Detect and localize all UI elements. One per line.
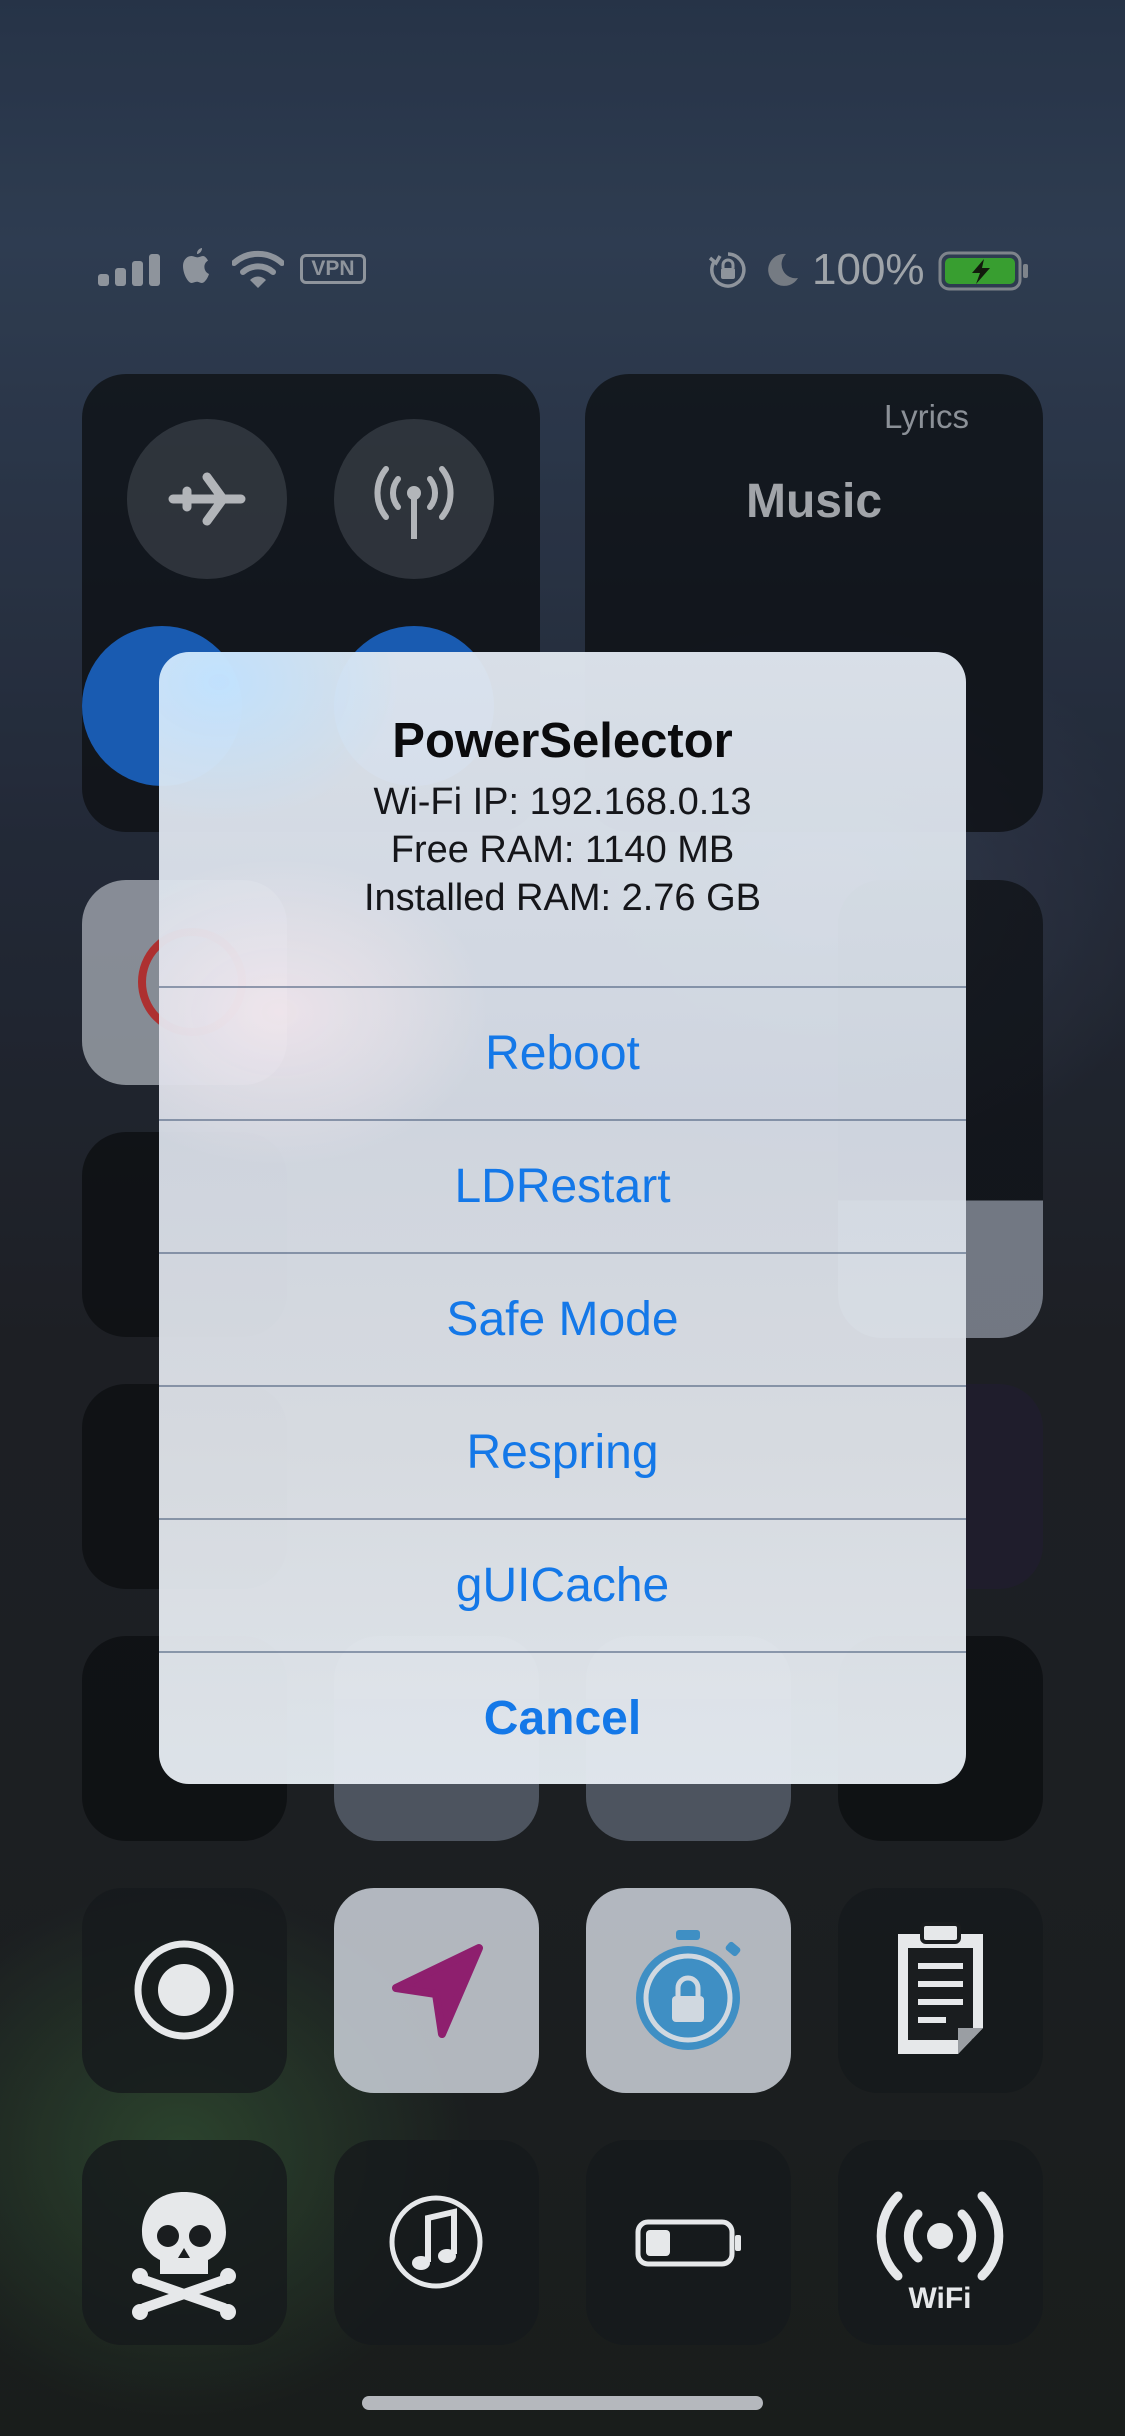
skull-tile[interactable]	[82, 2140, 287, 2345]
dialog-header: PowerSelector Wi-Fi IP: 192.168.0.13 Fre…	[159, 652, 966, 986]
wifi-tile-label: WiFi	[908, 2282, 971, 2315]
wifi-broadcast-tile[interactable]: WiFi	[838, 2140, 1043, 2345]
low-power-tile[interactable]	[586, 2140, 791, 2345]
dialog-title: PowerSelector	[392, 714, 733, 768]
dialog-message: Wi-Fi IP: 192.168.0.13 Free RAM: 1140 MB…	[159, 778, 966, 922]
power-selector-dialog: PowerSelector Wi-Fi IP: 192.168.0.13 Fre…	[159, 652, 966, 1784]
ldrestart-button[interactable]: LDRestart	[159, 1119, 966, 1252]
stopwatch-lock-tile[interactable]	[586, 1888, 791, 2093]
wifi-ip-text: Wi-Fi IP: 192.168.0.13	[373, 781, 752, 823]
battery-low-icon	[635, 2219, 741, 2267]
clipboard-icon	[898, 1922, 983, 2054]
installed-ram-text: Installed RAM: 2.76 GB	[363, 877, 762, 919]
safe-mode-button[interactable]: Safe Mode	[159, 1252, 966, 1385]
music-note-icon	[389, 2195, 483, 2289]
stopwatch-lock-icon	[636, 1930, 741, 2050]
home-indicator[interactable]	[362, 2396, 763, 2410]
respring-button[interactable]: Respring	[159, 1385, 966, 1518]
uicache-button[interactable]: gUICache	[159, 1518, 966, 1651]
skull-crossbones-icon	[132, 2192, 236, 2320]
screen-record-tile[interactable]	[82, 1888, 287, 2093]
cancel-button[interactable]: Cancel	[159, 1651, 966, 1784]
reboot-button[interactable]: Reboot	[159, 986, 966, 1119]
screen-record-icon	[134, 1940, 234, 2040]
location-tile[interactable]	[334, 1888, 539, 2093]
clipboard-tile[interactable]	[838, 1888, 1043, 2093]
free-ram-text: Free RAM: 1140 MB	[390, 829, 735, 871]
wifi-broadcast-icon: WiFi	[876, 2191, 1004, 2315]
location-arrow-icon	[392, 1944, 483, 2038]
music-tile[interactable]	[334, 2140, 539, 2345]
